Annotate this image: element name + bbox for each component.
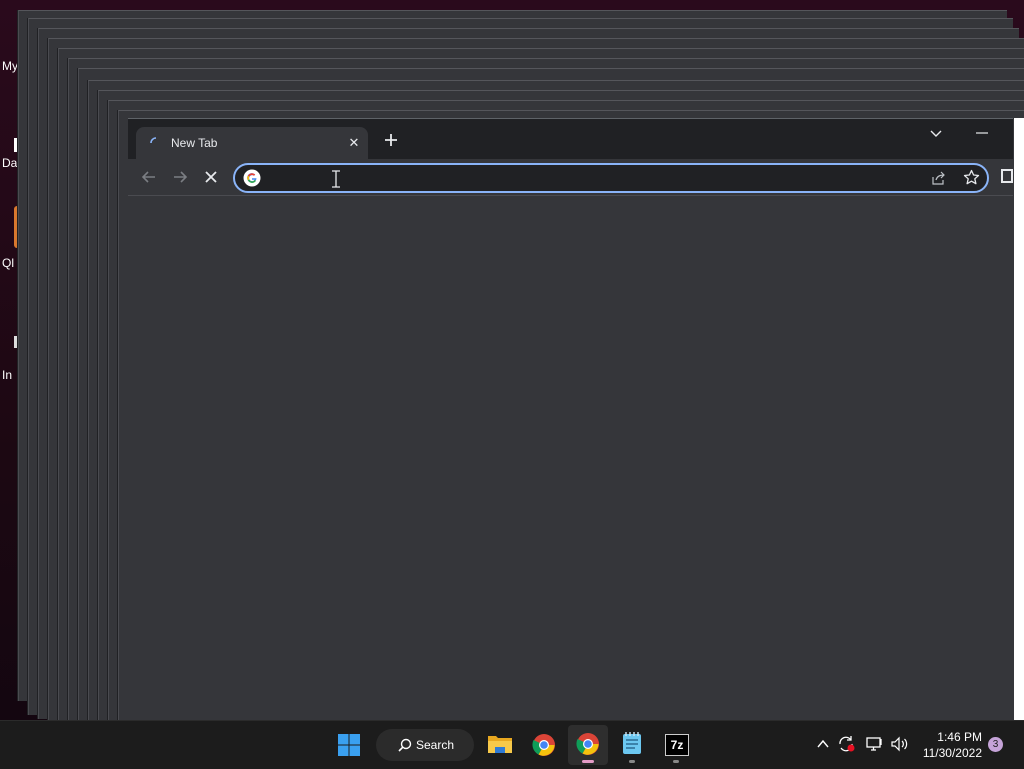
notification-badge[interactable]: 3 bbox=[988, 737, 1003, 752]
tab-strip: New Tab ✕ bbox=[128, 119, 1013, 159]
omnibox-input[interactable] bbox=[263, 168, 907, 190]
address-bar[interactable] bbox=[233, 163, 989, 193]
desktop-icon-label: Ql bbox=[2, 256, 14, 270]
windows-start-icon bbox=[338, 734, 360, 756]
search-label: Search bbox=[416, 738, 455, 752]
back-arrow-icon[interactable] bbox=[140, 168, 158, 186]
window-edge bbox=[1014, 118, 1024, 720]
chrome-icon bbox=[576, 733, 599, 755]
active-indicator bbox=[582, 760, 594, 763]
start-button[interactable] bbox=[329, 725, 369, 765]
close-tab-icon[interactable]: ✕ bbox=[346, 135, 362, 151]
taskbar: Search 7z 1:46 PM 11/30/2022 3 bbox=[0, 720, 1024, 769]
browser-toolbar bbox=[128, 159, 1013, 196]
folder-icon bbox=[488, 736, 512, 753]
chrome-window: New Tab ✕ bbox=[128, 118, 1013, 721]
sync-icon[interactable] bbox=[837, 735, 857, 753]
forward-arrow-icon[interactable] bbox=[171, 168, 189, 186]
google-g-icon bbox=[243, 169, 261, 187]
taskbar-app-chrome-active[interactable] bbox=[568, 725, 608, 765]
clock-time: 1:46 PM bbox=[937, 730, 982, 744]
share-icon[interactable] bbox=[931, 170, 947, 186]
running-indicator bbox=[673, 760, 679, 763]
taskbar-app-file-explorer[interactable] bbox=[480, 725, 520, 765]
tab-new-tab[interactable]: New Tab ✕ bbox=[136, 127, 368, 159]
desktop-icon-label: My bbox=[2, 59, 18, 73]
loading-icon bbox=[150, 137, 157, 144]
tab-title: New Tab bbox=[171, 136, 218, 150]
desktop-icon-label: In bbox=[2, 368, 13, 382]
taskbar-search-button[interactable]: Search bbox=[376, 729, 474, 761]
chevron-down-icon[interactable] bbox=[928, 125, 944, 141]
running-indicator bbox=[629, 760, 635, 763]
text-cursor-icon bbox=[332, 170, 340, 188]
chevron-up-icon[interactable] bbox=[816, 737, 830, 751]
notepad-icon bbox=[623, 732, 641, 754]
volume-icon[interactable] bbox=[890, 736, 910, 752]
taskbar-app-chrome[interactable] bbox=[524, 725, 564, 765]
search-icon bbox=[398, 738, 412, 752]
desktop: My Da Ql In New Tab ✕ bbox=[0, 0, 1024, 768]
chrome-icon bbox=[532, 734, 555, 756]
desktop-icon-label: Da bbox=[2, 156, 18, 170]
bookmark-star-icon[interactable] bbox=[963, 169, 980, 186]
network-icon[interactable] bbox=[866, 736, 884, 752]
7zip-icon: 7z bbox=[665, 734, 689, 756]
stop-loading-icon[interactable] bbox=[202, 168, 220, 186]
new-tab-plus-icon[interactable] bbox=[382, 131, 400, 149]
page-content bbox=[128, 196, 1013, 721]
clock-date: 11/30/2022 bbox=[922, 746, 982, 760]
taskbar-app-7zip[interactable]: 7z bbox=[656, 725, 696, 765]
side-panel-icon[interactable] bbox=[1001, 169, 1013, 183]
minimize-icon[interactable] bbox=[971, 122, 993, 144]
taskbar-app-notepad[interactable] bbox=[612, 725, 652, 765]
